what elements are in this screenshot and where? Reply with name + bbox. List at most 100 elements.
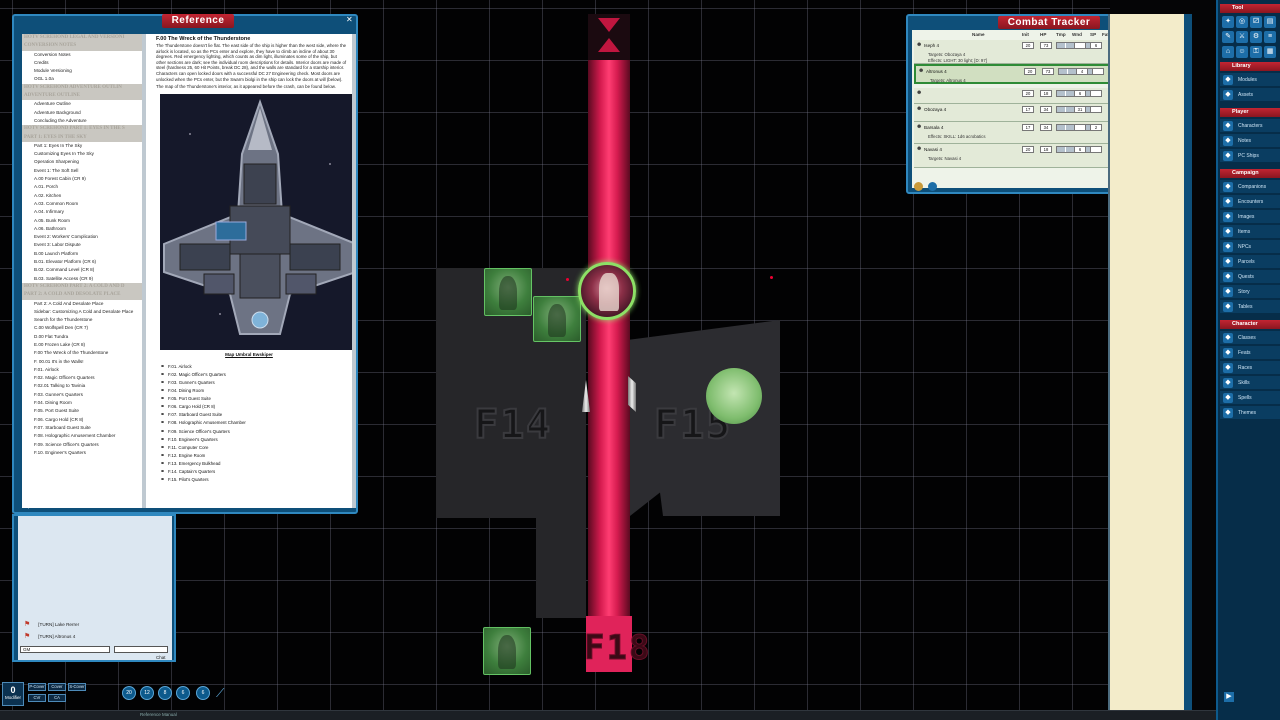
room-link[interactable]: F.04. Dining Room: [146, 387, 352, 395]
toc-item[interactable]: F.04. Dining Room: [22, 399, 142, 407]
hp-field[interactable]: 34: [1040, 106, 1052, 113]
hp-field[interactable]: 73: [1042, 68, 1054, 75]
sidebar-section-library[interactable]: Library: [1220, 62, 1280, 71]
npc-token[interactable]: [484, 268, 532, 316]
toc-section-header[interactable]: CONVERSION NOTES: [22, 42, 142, 51]
room-link[interactable]: F.02. Magic Officer's Quarters: [146, 371, 352, 379]
cvr-button[interactable]: CVr: [28, 694, 46, 702]
pc-token[interactable]: [706, 368, 762, 424]
hp-field[interactable]: 18: [1040, 146, 1052, 153]
toc-item[interactable]: F.01. Airlock: [22, 366, 142, 374]
sidebar-item-tables[interactable]: ◆ Tables: [1220, 300, 1280, 314]
toc-item[interactable]: Sidebar: Customizing A Cold and Desolate…: [22, 308, 142, 316]
toc-item[interactable]: C.00 Wolfspell Den (CR 7): [22, 324, 142, 332]
modifier-value[interactable]: 0: [3, 685, 23, 695]
toc-item[interactable]: Search for the Thunderstone: [22, 316, 142, 324]
toc-item[interactable]: F.10. Engineer's Quarters: [22, 449, 142, 457]
room-link[interactable]: F.11. Computer Core: [146, 444, 352, 452]
room-link[interactable]: F.10. Engineer's Quarters: [146, 436, 352, 444]
sidebar-section-player[interactable]: Player: [1220, 108, 1280, 117]
room-link[interactable]: F.14. Captain's Quarters: [146, 468, 352, 476]
toc-item[interactable]: OGL 1.0a: [22, 75, 142, 83]
hotkey-slot[interactable]: 12: [140, 686, 154, 700]
grid-icon[interactable]: ▦: [1264, 46, 1276, 58]
ct-menu-icon[interactable]: [914, 182, 923, 191]
hp-field[interactable]: 18: [1040, 90, 1052, 97]
chart-icon[interactable]: ▤: [1264, 16, 1276, 28]
toc-item[interactable]: Concluding the Adventure: [22, 117, 142, 125]
chat-input[interactable]: [114, 646, 168, 653]
toc-section-header[interactable]: HOTV SCREHOND PART 2: A COLD AND D: [22, 282, 142, 292]
edit-icon[interactable]: ✎: [1222, 31, 1234, 43]
sidebar-item-spells[interactable]: ◆ Spells: [1220, 391, 1280, 405]
wnd-field[interactable]: 6: [1074, 90, 1086, 97]
sp-field[interactable]: 6: [1090, 42, 1102, 49]
toc-item[interactable]: Adventure Outline: [22, 100, 142, 108]
sp-field[interactable]: [1092, 68, 1104, 75]
room-link[interactable]: F.09. Science Officer's Quarters: [146, 428, 352, 436]
toc-section-header[interactable]: PART 1: EYES IN THE SKY: [22, 133, 142, 142]
map-caption[interactable]: Map Umbral Ewskiper: [146, 352, 352, 357]
npc-token[interactable]: [533, 296, 581, 342]
sidebar-item-classes[interactable]: ◆ Classes: [1220, 331, 1280, 345]
collapse-sidebar-icon[interactable]: ▶: [1224, 692, 1234, 702]
toc-item[interactable]: A.04. Infirmary: [22, 208, 142, 216]
toc-item[interactable]: F.02. Magic Officer's Quarters: [22, 374, 142, 382]
init-field[interactable]: 17: [1022, 124, 1034, 131]
toc-item[interactable]: B.03. Satellite Access (CR 9): [22, 275, 142, 283]
settings-icon[interactable]: ⚙: [1250, 31, 1262, 43]
sidebar-item-skills[interactable]: ◆ Skills: [1220, 376, 1280, 390]
pointer-icon[interactable]: ✦: [1222, 16, 1234, 28]
active-pc-token[interactable]: [578, 262, 636, 320]
hotkey-slot[interactable]: 6: [176, 686, 190, 700]
toc-item[interactable]: Adventure Background: [22, 109, 142, 117]
init-field[interactable]: 20: [1022, 42, 1034, 49]
toc-item[interactable]: A.02. Kitchen: [22, 192, 142, 200]
reference-toc[interactable]: HOTV SCREHOND LEGAL AND VERSIONI CONVERSI…: [22, 34, 142, 508]
wnd-field[interactable]: 4: [1076, 68, 1088, 75]
sidebar-item-quests[interactable]: ◆ Quests: [1220, 270, 1280, 284]
toc-item[interactable]: A.05. Bunk Room: [22, 217, 142, 225]
add-icon[interactable]: +: [26, 502, 31, 511]
sidebar-item-items[interactable]: ◆ Items: [1220, 225, 1280, 239]
sword-icon[interactable]: ⚔: [1236, 31, 1248, 43]
toc-item[interactable]: B.02. Command Level (CR 8): [22, 266, 142, 274]
sidebar-item-images[interactable]: ◆ Images: [1220, 210, 1280, 224]
wnd-field[interactable]: [1074, 124, 1086, 131]
sidebar-section-campaign[interactable]: Campaign: [1220, 169, 1280, 178]
sidebar-section-tool[interactable]: Tool: [1220, 4, 1280, 13]
room-link[interactable]: F.12. Engine Room: [146, 452, 352, 460]
room-link[interactable]: F.01. Airlock: [146, 363, 352, 371]
toc-item[interactable]: F.02.01 Talking to Tavinia: [22, 382, 142, 390]
cover-button[interactable]: Cover: [48, 683, 66, 691]
sp-field[interactable]: [1090, 90, 1102, 97]
toc-item[interactable]: Customizing Eyes In The Sky: [22, 150, 142, 158]
room-link[interactable]: F.06. Cargo Hold (CR 8): [146, 403, 352, 411]
toc-section-header[interactable]: ADVENTURE OUTLINE: [22, 92, 142, 101]
init-field[interactable]: 20: [1022, 90, 1034, 97]
room-link[interactable]: F.05. Port Guest Suite: [146, 395, 352, 403]
toc-item[interactable]: A.01. Porch: [22, 183, 142, 191]
toc-item[interactable]: Event 2: Workers' Complication: [22, 233, 142, 241]
sidebar-item-themes[interactable]: ◆ Themes: [1220, 406, 1280, 420]
toc-item[interactable]: F.07. Starboard Guest Suite: [22, 424, 142, 432]
toc-item[interactable]: A.00 Forest Cabin (CR 9): [22, 175, 142, 183]
ship-map-image[interactable]: [160, 93, 352, 350]
sp-field[interactable]: [1090, 146, 1102, 153]
hp-field[interactable]: 34: [1040, 124, 1052, 131]
close-icon[interactable]: ✕: [346, 16, 354, 24]
toc-item[interactable]: A.06. Bathroom: [22, 225, 142, 233]
toc-item[interactable]: Module Versioning: [22, 67, 142, 75]
map-icon[interactable]: ⌂: [1222, 46, 1234, 58]
people-icon[interactable]: ☺: [1236, 46, 1248, 58]
ruler-tool-icon[interactable]: ⟋: [216, 686, 224, 701]
toc-section-header[interactable]: HOTV SCREHOND LEGAL AND VERSIONI: [22, 34, 142, 43]
toc-item[interactable]: B.01. Elevator Platform (CR 6): [22, 258, 142, 266]
init-field[interactable]: 20: [1022, 146, 1034, 153]
lock-icon[interactable]: ⚿: [1250, 46, 1262, 58]
room-link[interactable]: F.15. Pilot's Quarters: [146, 476, 352, 484]
toc-item[interactable]: F. 00.01 It's in the Walls!: [22, 358, 142, 366]
toc-item[interactable]: F.05. Port Guest Suite: [22, 407, 142, 415]
toc-item[interactable]: Event 3: Labor Dispute: [22, 241, 142, 249]
toc-item[interactable]: Operation Sharpening: [22, 158, 142, 166]
